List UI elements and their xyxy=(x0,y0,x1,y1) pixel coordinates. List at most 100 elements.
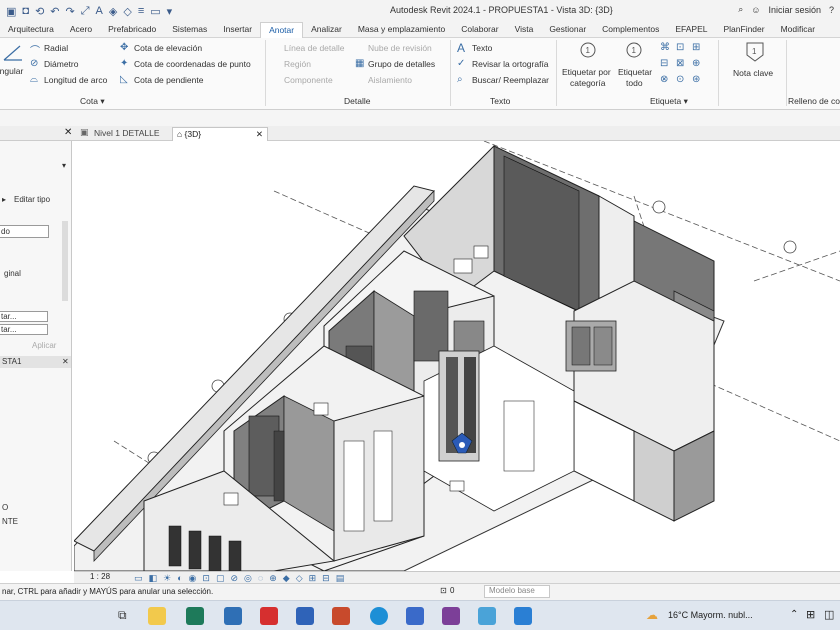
etiqueta-panel-label[interactable]: Etiqueta ▾ xyxy=(650,96,688,107)
3d-viewport[interactable] xyxy=(74,141,840,571)
scale-label[interactable]: 1 : 28 xyxy=(90,572,110,581)
open-icon[interactable]: ▣ xyxy=(6,5,16,18)
mail-icon[interactable] xyxy=(224,607,242,625)
close-tab-icon[interactable]: ✕ xyxy=(256,128,263,141)
tray-chevron-icon[interactable]: ⌃ xyxy=(790,609,798,620)
close-tab-icon[interactable]: ✕ xyxy=(64,127,72,138)
thin-lines-icon[interactable]: ≡ xyxy=(138,5,144,17)
redo-icon[interactable]: ↷ xyxy=(66,5,75,18)
editar-tipo-button[interactable]: Editar tipo xyxy=(14,195,50,204)
revit-icon[interactable] xyxy=(296,607,314,625)
edit-row-2[interactable]: tar... xyxy=(0,324,48,335)
browser-item[interactable]: NTE xyxy=(2,517,18,526)
texto-button[interactable]: Texto xyxy=(472,43,492,53)
scrollbar[interactable] xyxy=(62,221,68,301)
vscode-icon[interactable] xyxy=(514,607,532,625)
tab-insertar[interactable]: Insertar xyxy=(215,22,260,38)
switch-windows-icon[interactable]: ▭ xyxy=(150,5,160,18)
cota-pendiente-button[interactable]: Cota de pendiente xyxy=(134,75,203,85)
winrar-icon[interactable] xyxy=(442,607,460,625)
volume-icon[interactable]: ◫ xyxy=(824,608,834,621)
relleno-panel-label[interactable]: Relleno de co xyxy=(788,96,840,106)
texto-panel-label[interactable]: Texto xyxy=(490,96,510,106)
store-icon[interactable] xyxy=(406,607,424,625)
cota-elevacion-button[interactable]: Cota de elevación xyxy=(134,43,202,53)
tag-tool-icon-9[interactable]: ⊛ xyxy=(692,74,700,85)
section-icon[interactable]: ◇ xyxy=(123,5,131,18)
dropdown-icon[interactable]: ▾ xyxy=(167,5,173,18)
tag-tool-icon-6[interactable]: ⊕ xyxy=(692,58,700,69)
photos-icon[interactable] xyxy=(478,607,496,625)
tag-tool-icon-5[interactable]: ⊠ xyxy=(676,58,684,69)
calendar-icon[interactable] xyxy=(186,607,204,625)
status-worksets-icon[interactable]: ⊡ xyxy=(440,586,447,595)
aislamiento-button[interactable]: Aislamiento xyxy=(368,75,412,85)
edit-row-1[interactable]: tar... xyxy=(0,311,48,322)
help-icon[interactable]: ? xyxy=(829,5,834,15)
tag-tool-icon-4[interactable]: ⊟ xyxy=(660,58,668,69)
buscar-reemplazar-button[interactable]: Buscar/ Reemplazar xyxy=(472,75,549,85)
cota-coordenadas-button[interactable]: Cota de coordenadas de punto xyxy=(134,59,251,69)
grupo-detalles-button[interactable]: Grupo de detalles xyxy=(368,59,435,69)
tab-analizar[interactable]: Analizar xyxy=(303,22,350,38)
tag-tool-icon-3[interactable]: ⊞ xyxy=(692,42,700,53)
browser-item[interactable]: O xyxy=(2,503,8,512)
weather-text[interactable]: 16°C Mayorm. nubl... xyxy=(668,610,753,620)
save-icon[interactable]: ◘ xyxy=(22,5,29,17)
componente-button[interactable]: Componente xyxy=(284,75,333,85)
tab-complementos[interactable]: Complementos xyxy=(594,22,667,38)
tab-gestionar[interactable]: Gestionar xyxy=(541,22,594,38)
signin-link[interactable]: Iniciar sesión xyxy=(768,5,821,15)
tab-acero[interactable]: Acero xyxy=(62,22,100,38)
tab-nivel-1-detalle[interactable]: Nivel 1 DETALLE xyxy=(90,127,164,141)
tab-masa-y-emplazamiento[interactable]: Masa y emplazamiento xyxy=(350,22,453,38)
acrobat-icon[interactable] xyxy=(260,607,278,625)
edge-icon[interactable] xyxy=(370,607,388,625)
aplicar-button[interactable]: Aplicar xyxy=(32,341,56,350)
tab-sistemas[interactable]: Sistemas xyxy=(164,22,215,38)
diametro-button[interactable]: Diámetro xyxy=(44,59,78,69)
tab-3d[interactable]: ⌂ {3D} ✕ xyxy=(172,127,268,141)
model-selector[interactable]: Modelo base xyxy=(484,585,550,598)
nube-revision-button[interactable]: Nube de revisión xyxy=(368,43,432,53)
chevron-icon[interactable]: ▾ xyxy=(62,161,66,170)
tab-planfinder[interactable]: PlanFinder xyxy=(715,22,772,38)
close-browser-icon[interactable]: ✕ xyxy=(62,357,69,366)
longitud-arco-button[interactable]: Longitud de arco xyxy=(44,75,107,85)
sync-icon[interactable]: ⟲ xyxy=(35,5,44,18)
3d-view-icon[interactable]: ◈ xyxy=(109,5,117,18)
revisar-ortografia-button[interactable]: Revisar la ortografía xyxy=(472,59,549,69)
tab-prefabricado[interactable]: Prefabricado xyxy=(100,22,164,38)
search-icon[interactable]: ⌕ xyxy=(738,4,743,15)
tab-modificar[interactable]: Modificar xyxy=(773,22,823,38)
linea-detalle-button[interactable]: Línea de detalle xyxy=(284,43,345,53)
find-replace-icon: ⌕ xyxy=(457,74,463,85)
undo-icon[interactable]: ↶ xyxy=(50,5,59,18)
text-icon[interactable]: A xyxy=(96,5,103,17)
nota-clave-button[interactable]: Nota clave xyxy=(733,68,773,78)
angular-button[interactable]: Angular xyxy=(0,66,23,76)
tag-tool-icon-2[interactable]: ⊡ xyxy=(676,42,684,53)
user-icon[interactable]: ☺ xyxy=(751,5,760,15)
taskview-icon[interactable]: ⧉ xyxy=(118,608,127,623)
powerpoint-icon[interactable] xyxy=(332,607,350,625)
tab-arquitectura[interactable]: Arquitectura xyxy=(0,22,62,38)
etiquetar-todo-button[interactable]: Etiquetar xyxy=(618,67,652,77)
quick-access-toolbar: ▣ ◘ ⟲ ↶ ↷ ⤢ A ◈ ◇ ≡ ▭ ▾ xyxy=(0,5,172,18)
detalle-panel-label[interactable]: Detalle xyxy=(344,96,370,106)
network-icon[interactable]: ⊞ xyxy=(806,608,815,621)
radial-button[interactable]: Radial xyxy=(44,43,68,53)
property-field[interactable]: do xyxy=(0,225,49,238)
measure-icon[interactable]: ⤢ xyxy=(81,5,90,18)
tab-vista[interactable]: Vista xyxy=(507,22,542,38)
explorer-icon[interactable] xyxy=(148,607,166,625)
tab-anotar[interactable]: Anotar xyxy=(260,21,304,38)
tab-colaborar[interactable]: Colaborar xyxy=(453,22,506,38)
region-button[interactable]: Región xyxy=(284,59,311,69)
tag-tool-icon-1[interactable]: ⌘ xyxy=(660,42,670,53)
tab-efapel[interactable]: EFAPEL xyxy=(667,22,715,38)
cota-panel-label[interactable]: Cota ▾ xyxy=(80,96,105,107)
tag-tool-icon-8[interactable]: ⊙ xyxy=(676,74,684,85)
etiquetar-categoria-button[interactable]: Etiquetar por xyxy=(562,67,611,77)
tag-tool-icon-7[interactable]: ⊗ xyxy=(660,74,668,85)
